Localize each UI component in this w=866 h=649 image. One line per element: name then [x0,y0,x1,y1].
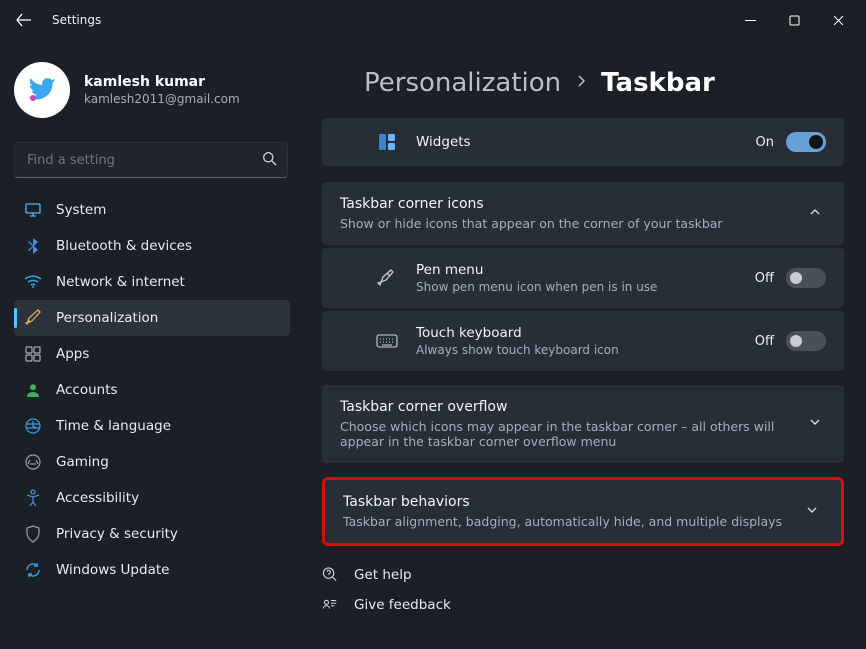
profile-email: kamlesh2011@gmail.com [84,92,240,106]
chevron-down-icon [808,415,822,433]
gaming-icon [24,453,42,471]
wifi-icon [24,273,42,291]
sidebar-item-label: Privacy & security [56,526,178,542]
help-icon [322,566,338,583]
close-button[interactable] [816,5,860,35]
get-help-label: Get help [354,567,412,583]
monitor-icon [24,201,42,219]
pen-icon [376,268,398,288]
sidebar-item-label: Gaming [56,454,109,470]
sidebar-item-bluetooth[interactable]: Bluetooth & devices [14,228,290,264]
sidebar-item-label: System [56,202,106,218]
paint-icon [24,309,42,327]
sidebar-item-privacy[interactable]: Privacy & security [14,516,290,552]
widgets-label: Widgets [416,134,471,150]
corner-icons-subtitle: Show or hide icons that appear on the co… [340,216,788,231]
touch-keyboard-row[interactable]: Touch keyboard Always show touch keyboar… [322,311,844,371]
bluetooth-icon [24,237,42,255]
breadcrumb-parent[interactable]: Personalization [364,68,561,98]
feedback-label: Give feedback [354,597,451,613]
back-button[interactable] [14,10,34,30]
widgets-icon [376,133,398,151]
sidebar-item-label: Bluetooth & devices [56,238,192,254]
chevron-up-icon [808,205,822,223]
accessibility-icon [24,489,42,507]
corner-icons-title: Taskbar corner icons [340,196,788,212]
sidebar-item-time[interactable]: Time & language [14,408,290,444]
get-help-link[interactable]: Get help [322,566,844,583]
widgets-row[interactable]: Widgets On [322,118,844,166]
title-bar: Settings [0,0,866,40]
chevron-down-icon [805,503,819,521]
breadcrumb-current: Taskbar [601,68,715,98]
window-controls [728,5,860,35]
profile-block[interactable]: kamlesh kumar kamlesh2011@gmail.com [14,48,290,138]
touch-keyboard-sub: Always show touch keyboard icon [416,343,737,357]
sidebar-item-label: Network & internet [56,274,185,290]
touch-keyboard-toggle[interactable] [786,331,826,351]
widgets-state: On [756,135,774,150]
grid-icon [24,345,42,363]
sidebar-item-label: Windows Update [56,562,169,578]
help-section: Get help Give feedback [322,566,844,613]
sidebar-item-label: Apps [56,346,89,362]
behaviors-title: Taskbar behaviors [343,494,785,510]
pen-menu-sub: Show pen menu icon when pen is in use [416,280,737,294]
widgets-toggle[interactable] [786,132,826,152]
sidebar: kamlesh kumar kamlesh2011@gmail.com Syst… [0,40,300,649]
touch-keyboard-state: Off [755,334,774,349]
sidebar-item-system[interactable]: System [14,192,290,228]
sidebar-item-accounts[interactable]: Accounts [14,372,290,408]
touch-keyboard-title: Touch keyboard [416,325,737,341]
profile-name: kamlesh kumar [84,74,240,90]
sidebar-item-label: Time & language [56,418,171,434]
sidebar-item-label: Accounts [56,382,118,398]
feedback-link[interactable]: Give feedback [322,597,844,613]
bird-icon [24,70,60,110]
clock-globe-icon [24,417,42,435]
sidebar-item-label: Personalization [56,310,158,326]
content-area: Personalization Taskbar Widgets On Taskb… [300,40,866,649]
corner-overflow-title: Taskbar corner overflow [340,399,788,415]
taskbar-behaviors-row[interactable]: Taskbar behaviors Taskbar alignment, bad… [322,477,844,546]
search-input[interactable] [25,152,262,169]
sidebar-item-label: Accessibility [56,490,139,506]
corner-overflow-subtitle: Choose which icons may appear in the tas… [340,419,788,449]
sidebar-item-gaming[interactable]: Gaming [14,444,290,480]
sidebar-item-update[interactable]: Windows Update [14,552,290,588]
avatar [14,62,70,118]
feedback-icon [322,597,338,613]
nav-list: System Bluetooth & devices Network & int… [14,192,290,588]
keyboard-icon [376,333,398,349]
shield-icon [24,525,42,543]
breadcrumb: Personalization Taskbar [364,68,844,98]
person-icon [24,381,42,399]
pen-menu-state: Off [755,271,774,286]
pen-menu-row[interactable]: Pen menu Show pen menu icon when pen is … [322,248,844,308]
behaviors-subtitle: Taskbar alignment, badging, automaticall… [343,514,785,529]
search-icon [262,151,277,170]
maximize-button[interactable] [772,5,816,35]
sidebar-item-apps[interactable]: Apps [14,336,290,372]
corner-icons-header[interactable]: Taskbar corner icons Show or hide icons … [322,182,844,245]
search-box[interactable] [14,142,288,178]
pen-menu-toggle[interactable] [786,268,826,288]
sidebar-item-personalization[interactable]: Personalization [14,300,290,336]
minimize-button[interactable] [728,5,772,35]
pen-menu-title: Pen menu [416,262,737,278]
update-icon [24,561,42,579]
sidebar-item-network[interactable]: Network & internet [14,264,290,300]
sidebar-item-accessibility[interactable]: Accessibility [14,480,290,516]
chevron-right-icon [575,73,587,93]
window-title: Settings [52,13,101,27]
corner-overflow-row[interactable]: Taskbar corner overflow Choose which ico… [322,385,844,463]
